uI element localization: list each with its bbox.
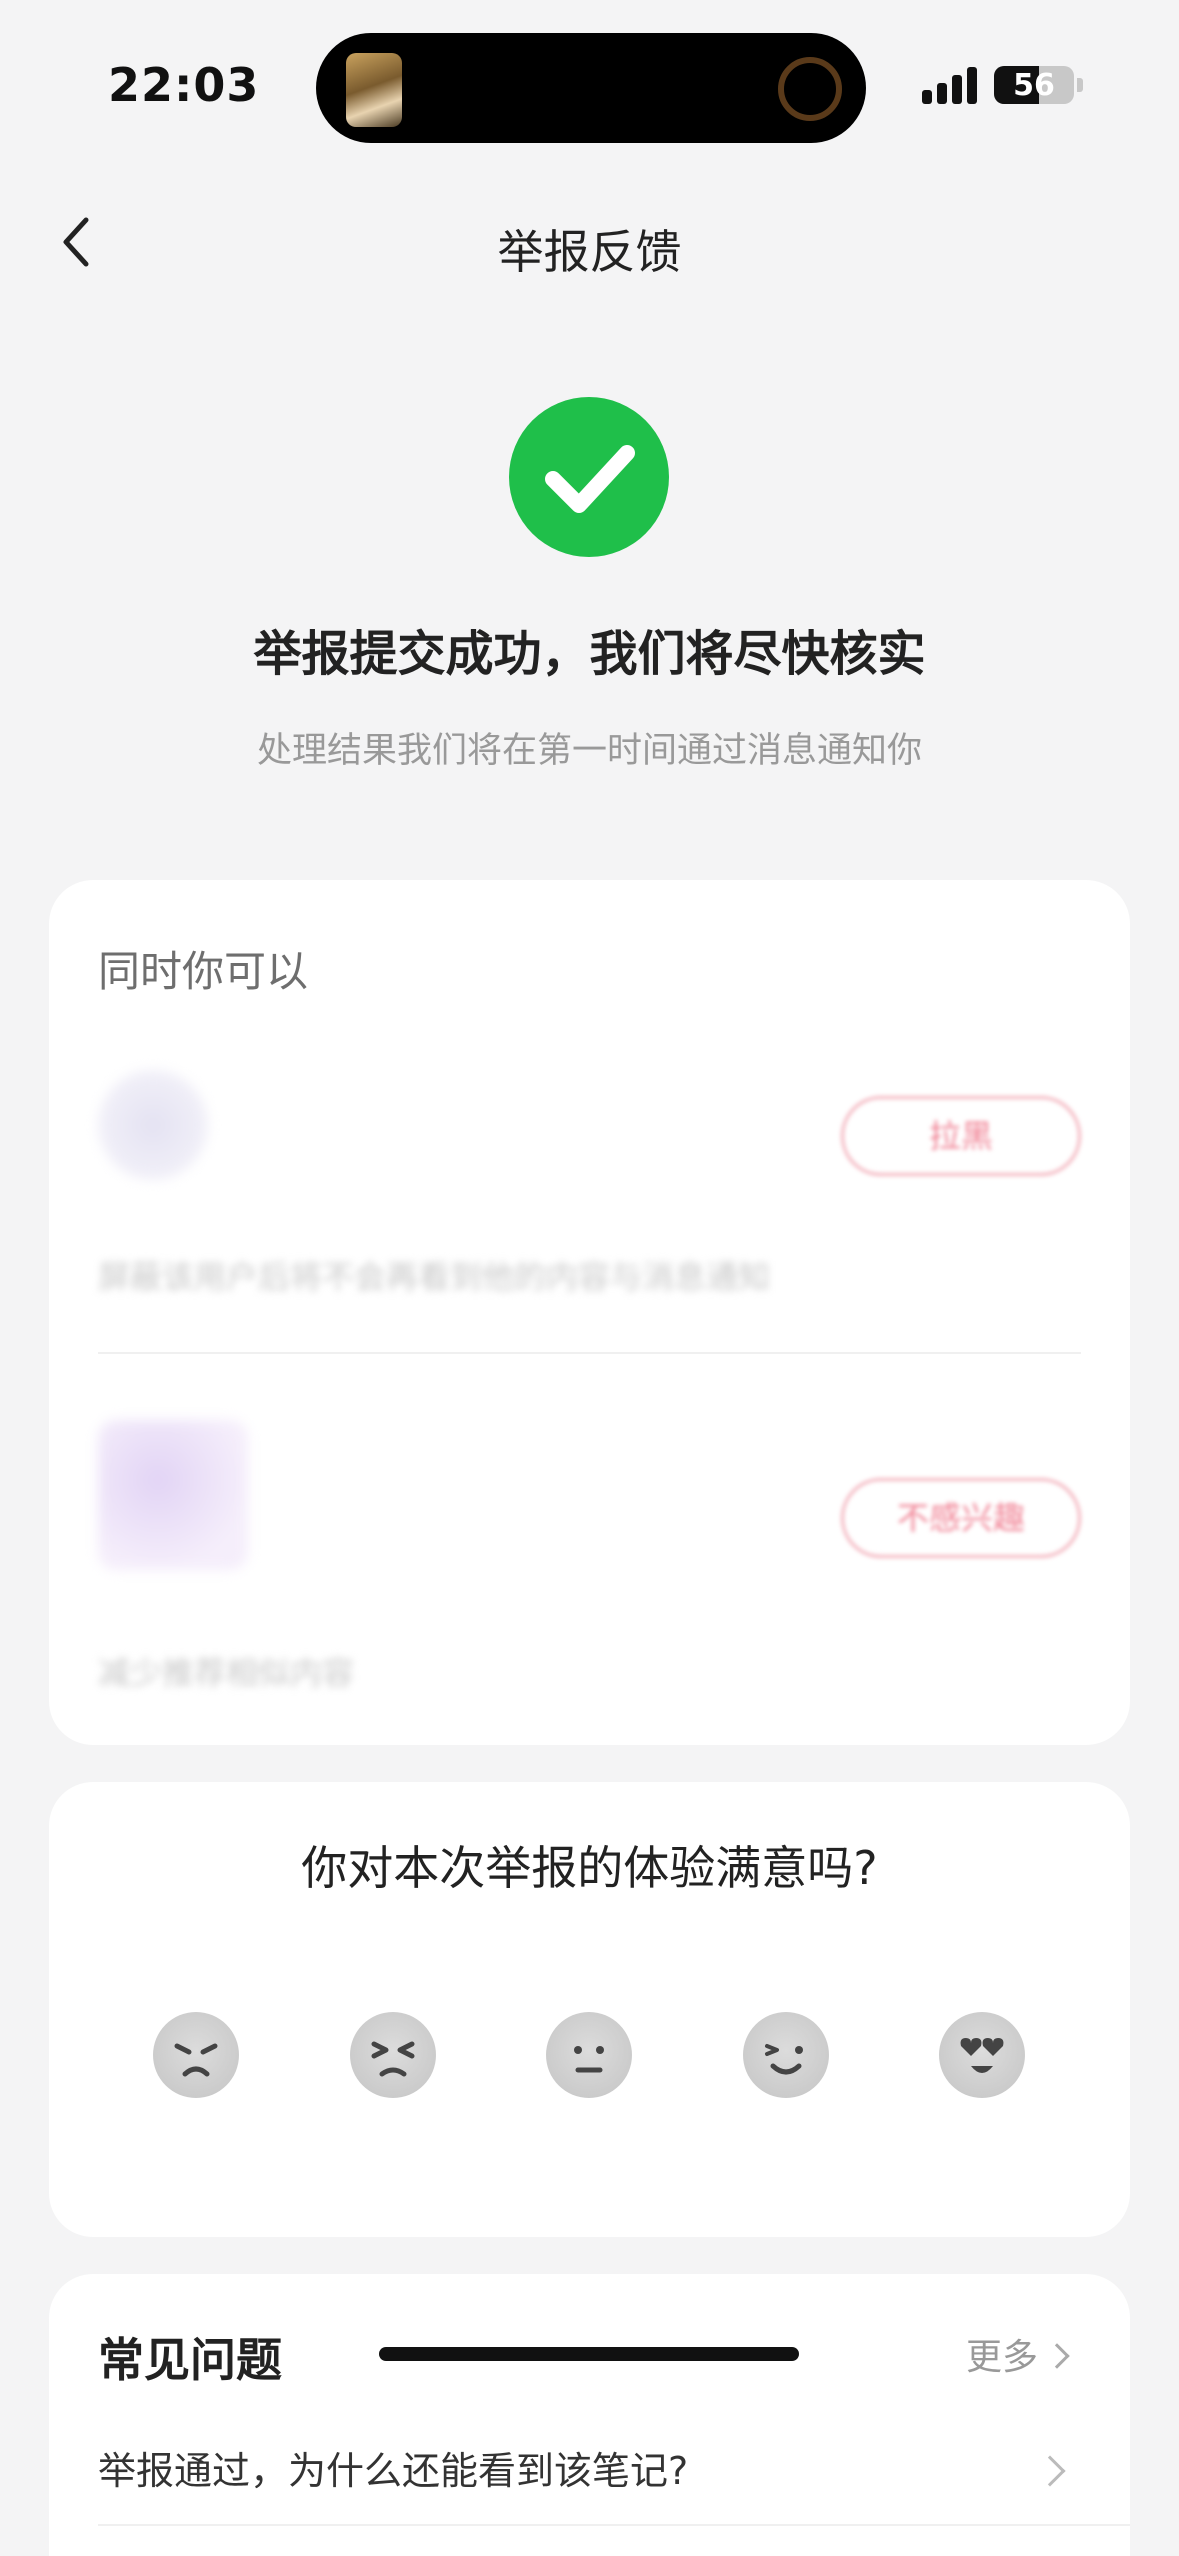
content-thumbnail xyxy=(98,1420,248,1570)
chevron-right-icon xyxy=(1044,2343,1070,2369)
heart-eyes-face-icon[interactable] xyxy=(939,2012,1025,2098)
divider xyxy=(98,2524,1130,2526)
divider xyxy=(98,1352,1081,1354)
page-title: 举报反馈 xyxy=(497,225,682,279)
battery-level: 56 xyxy=(1013,68,1055,103)
home-indicator[interactable] xyxy=(379,2347,799,2361)
block-user-button[interactable]: 拉黑 xyxy=(841,1096,1081,1176)
not-interested-button[interactable]: 不感兴趣 xyxy=(841,1478,1081,1558)
battery-nub xyxy=(1077,78,1083,92)
frustrated-face-icon[interactable] xyxy=(350,2012,436,2098)
success-subtitle: 处理结果我们将在第一时间通过消息通知你 xyxy=(256,731,922,771)
rating-options xyxy=(49,2012,1130,2102)
faq-card: 常见问题 更多 举报通过，为什么还能看到该笔记? xyxy=(49,2274,1130,2556)
cellular-signal-icon xyxy=(922,64,982,104)
report-feedback-page: 22:03 56 举报反馈 举报提交成功，我们将尽快核实 处理结果我们将在第一时… xyxy=(0,0,1179,2556)
rating-question: 你对本次举报的体验满意吗? xyxy=(301,1841,878,1895)
suggestion-heading: 同时你可以 xyxy=(98,947,309,996)
neutral-face-icon[interactable] xyxy=(546,2012,632,2098)
live-activity-thumbnail xyxy=(346,53,402,127)
success-check-icon xyxy=(509,397,669,557)
faq-item[interactable]: 举报通过，为什么还能看到该笔记? xyxy=(98,2426,1081,2516)
battery-icon: 56 xyxy=(994,66,1074,104)
success-title: 举报提交成功，我们将尽快核实 xyxy=(253,626,926,682)
faq-more-label: 更多 xyxy=(965,2337,1038,2378)
faq-title: 常见问题 xyxy=(98,2333,282,2387)
block-user-desc: 屏蔽该用户后将不会再看到他的内容与消息通知 xyxy=(98,1258,771,1296)
smiling-face-icon[interactable] xyxy=(743,2012,829,2098)
faq-more-link[interactable]: 更多 xyxy=(965,2328,1070,2380)
recording-ring-icon xyxy=(778,57,842,121)
nav-bar: 举报反馈 xyxy=(0,190,1179,300)
status-time: 22:03 xyxy=(108,58,260,112)
user-avatar xyxy=(98,1070,208,1180)
rating-card: 你对本次举报的体验满意吗? xyxy=(49,1782,1130,2237)
status-bar: 22:03 56 xyxy=(0,0,1179,170)
faq-question: 举报通过，为什么还能看到该笔记? xyxy=(98,2449,689,2493)
not-interested-desc: 减少推荐相似内容 xyxy=(98,1654,355,1692)
angry-face-icon[interactable] xyxy=(153,2012,239,2098)
suggestion-card: 同时你可以 拉黑 屏蔽该用户后将不会再看到他的内容与消息通知 不感兴趣 减少推荐… xyxy=(49,880,1130,1745)
dynamic-island[interactable] xyxy=(316,33,866,143)
